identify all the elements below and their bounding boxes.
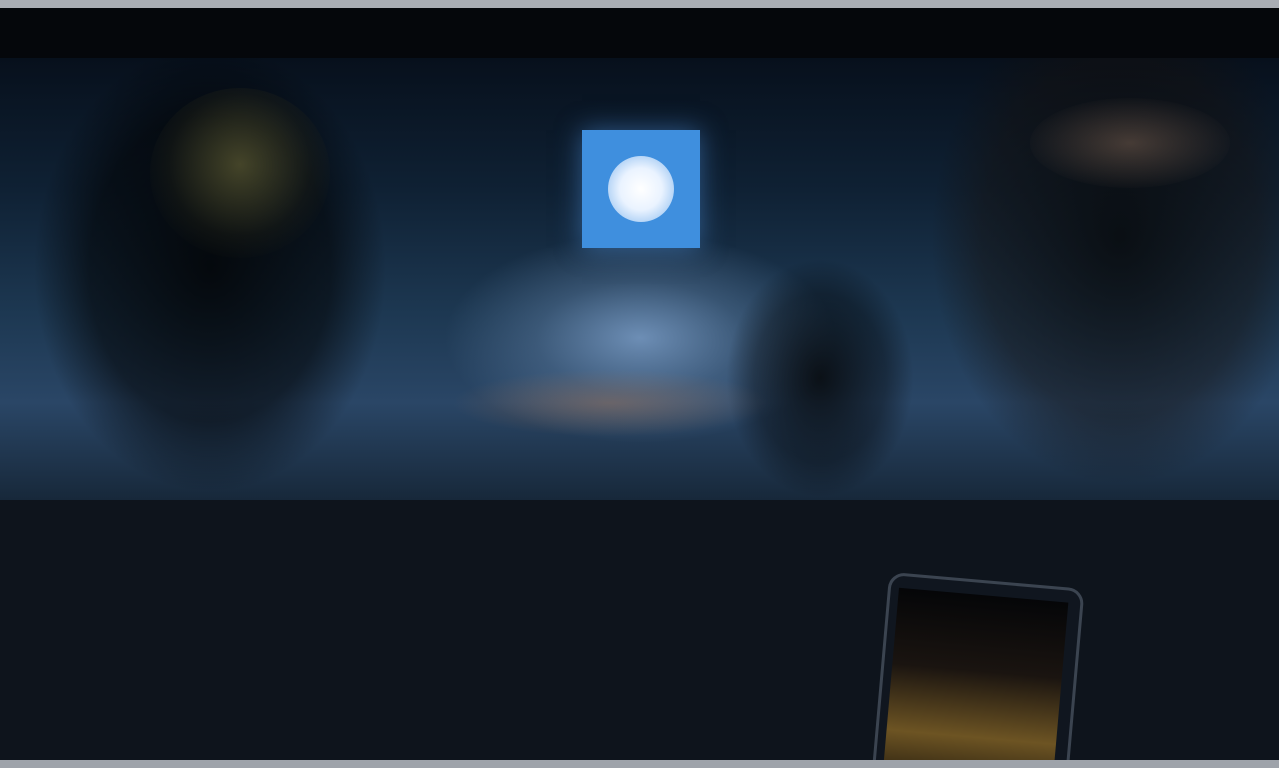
phone-mockup xyxy=(871,571,1085,768)
hero-banner xyxy=(0,58,1279,500)
page xyxy=(0,0,1279,768)
feature-section xyxy=(0,500,1279,768)
phone-screen xyxy=(882,587,1069,768)
hero-character-left xyxy=(150,88,330,258)
app-logo xyxy=(582,130,700,248)
app-logo-icon xyxy=(608,156,674,222)
top-navigation-bar xyxy=(0,0,1279,58)
hero-character-right xyxy=(1030,98,1230,188)
bottom-border xyxy=(0,760,1279,768)
